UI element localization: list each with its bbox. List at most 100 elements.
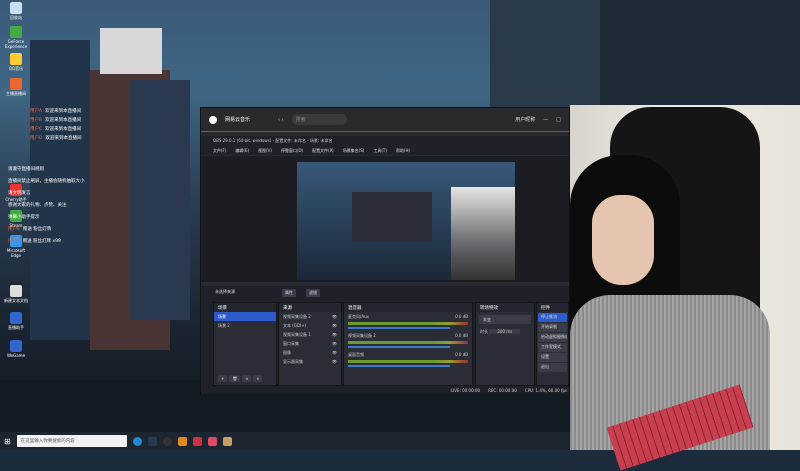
no-source-label: 未选择来源 bbox=[215, 289, 235, 294]
obs-menu-bar: 文件(F) 编辑(E) 视图(V) 停靠窗口(D) 配置文件(P) 场景集合(S) 工具(T… bbox=[201, 146, 569, 155]
channel-db: 0.0 dB bbox=[455, 333, 468, 338]
controls-dock: 控件 停止推流 开始录制 启动虚拟摄像机 工作室模式 设置 退出 bbox=[536, 302, 569, 386]
source-name: 窗口采集 bbox=[283, 341, 299, 346]
menu-item[interactable]: 工具(T) bbox=[373, 148, 387, 154]
source-item[interactable]: 视频采集设备 1 👁 bbox=[279, 330, 341, 339]
obs-titlebar: OBS 29.0.1 (64-bit, windows) - 配置文件: 未命名… bbox=[201, 136, 569, 146]
add-scene-button[interactable]: + bbox=[218, 375, 228, 382]
mixer-dock: 混音器 麦克风/Aux 0.0 dB 视频采集设备 2 0.0 dB 桌面音频 0.0 d… bbox=[343, 302, 473, 386]
maximize-icon[interactable]: □ bbox=[556, 117, 561, 123]
sources-title: 来源 bbox=[279, 303, 341, 312]
music-search-input[interactable]: 搜索 bbox=[291, 114, 347, 125]
eye-icon[interactable]: 👁 bbox=[332, 314, 337, 319]
channel-name: 视频采集设备 2 bbox=[348, 333, 376, 338]
app-icon bbox=[10, 340, 22, 352]
rec-status: REC: 00:00:00 bbox=[488, 388, 517, 393]
menu-item[interactable]: 配置文件(P) bbox=[312, 148, 334, 154]
chat-text: 弹幕小助手提示 bbox=[8, 215, 40, 220]
app3-icon[interactable] bbox=[222, 436, 232, 446]
chat-text: 请文明发言 bbox=[8, 191, 31, 196]
chat-text: 感谢大家的礼物、点赞、关注 bbox=[8, 203, 67, 208]
scene-item[interactable]: 场景 bbox=[214, 312, 276, 321]
chat-text: 欢迎来到本直播间 bbox=[45, 118, 82, 123]
volume-slider[interactable] bbox=[348, 365, 451, 367]
duration-input[interactable]: 300 ms bbox=[489, 329, 521, 334]
control-button[interactable]: 停止推流 bbox=[538, 313, 567, 322]
music-player-bar: 网易云音乐 ‹ › 搜索 用户昵称 — □ bbox=[201, 108, 569, 132]
source-item[interactable]: 窗口采集 👁 bbox=[279, 339, 341, 348]
menu-item[interactable]: 视图(V) bbox=[258, 148, 272, 154]
eye-icon[interactable]: 👁 bbox=[332, 341, 337, 346]
start-icon[interactable]: ⊞ bbox=[4, 437, 11, 446]
source-item[interactable]: 图像 👁 bbox=[279, 348, 341, 357]
control-button[interactable]: 启动虚拟摄像机 bbox=[538, 333, 567, 342]
obs-window[interactable]: 网易云音乐 ‹ › 搜索 用户昵称 — □ OBS 29.0.1 (64-bit… bbox=[200, 107, 570, 394]
user-name[interactable]: 用户昵称 bbox=[515, 116, 535, 123]
desktop-icon[interactable]: WeGame bbox=[3, 340, 29, 358]
app-icon bbox=[10, 2, 22, 14]
chat-message: 用户D 欢迎来到本直播间 bbox=[30, 135, 81, 141]
chat-message: 用户B 欢迎来到本直播间 bbox=[30, 117, 81, 123]
chat-message: 请文明发言 bbox=[8, 190, 31, 196]
desktop-icon-label: WeGame bbox=[6, 353, 26, 358]
menu-item[interactable]: 帮助(H) bbox=[396, 148, 410, 154]
desktop-icon[interactable]: 回收站 bbox=[3, 2, 29, 21]
source-item[interactable]: 显示器采集 👁 bbox=[279, 357, 341, 366]
desktop-icon[interactable]: 新建文本文档 bbox=[3, 285, 29, 304]
app-icon bbox=[10, 312, 22, 324]
source-item[interactable]: 视频采集设备 2 👁 bbox=[279, 312, 341, 321]
minimize-icon[interactable]: — bbox=[543, 117, 548, 123]
volume-meter bbox=[348, 341, 468, 344]
mixer-channel: 桌面音频 0.0 dB bbox=[344, 350, 472, 367]
app-icon bbox=[10, 26, 22, 38]
steam-icon[interactable] bbox=[147, 436, 157, 446]
eye-icon[interactable]: 👁 bbox=[332, 359, 337, 364]
volume-meter bbox=[348, 360, 468, 363]
desktop-icon[interactable]: QQ音乐 bbox=[3, 53, 29, 72]
transitions-title: 转场特效 bbox=[476, 303, 534, 312]
volume-slider[interactable] bbox=[348, 346, 451, 348]
filters-button[interactable]: 滤镜 bbox=[306, 289, 320, 297]
status-bar: LIVE: 00:00:00 REC: 00:00:00 CPU: 1.4%, … bbox=[451, 388, 567, 393]
eye-icon[interactable]: 👁 bbox=[332, 350, 337, 355]
menu-item[interactable]: 文件(F) bbox=[213, 148, 226, 154]
menu-item[interactable]: 场景集合(S) bbox=[343, 148, 365, 154]
app-icon[interactable] bbox=[177, 436, 187, 446]
menu-item[interactable]: 编辑(E) bbox=[235, 148, 249, 154]
eye-icon[interactable]: 👁 bbox=[332, 332, 337, 337]
control-button[interactable]: 开始录制 bbox=[538, 323, 567, 332]
channel-name: 桌面音频 bbox=[348, 352, 364, 357]
chat-text: 欢迎来到本直播间 bbox=[45, 136, 82, 141]
channel-name: 麦克风/Aux bbox=[348, 314, 369, 319]
transition-select[interactable]: 渐变 bbox=[479, 315, 531, 324]
app-icon bbox=[10, 285, 22, 297]
taskbar-search-input[interactable]: 在这里输入你要搜索的内容 bbox=[16, 435, 127, 447]
edge-icon[interactable] bbox=[132, 436, 142, 446]
remove-scene-button[interactable]: 🗑 bbox=[229, 375, 241, 382]
menu-item[interactable]: 停靠窗口(D) bbox=[281, 148, 303, 154]
control-button[interactable]: 退出 bbox=[538, 363, 567, 372]
chat-text: 赠送 粉丝灯牌 bbox=[22, 227, 52, 232]
control-button[interactable]: 设置 bbox=[538, 353, 567, 362]
control-button[interactable]: 工作室模式 bbox=[538, 343, 567, 352]
desktop-icon[interactable]: 主播直播间 bbox=[3, 78, 29, 97]
chat-username: 用户B bbox=[30, 118, 43, 123]
back-button[interactable]: ‹ › bbox=[278, 117, 284, 123]
scene-down-button[interactable]: ∨ bbox=[253, 375, 263, 382]
music-logo-icon bbox=[209, 115, 217, 124]
scene-item[interactable]: 场景 2 bbox=[214, 321, 276, 330]
desktop-icon[interactable]: GeForce Experience bbox=[3, 26, 29, 49]
chat-text: 欢迎来到本直播间 bbox=[45, 109, 82, 114]
music-app-name: 网易云音乐 bbox=[225, 117, 251, 123]
volume-slider[interactable] bbox=[348, 327, 451, 329]
desktop-icon[interactable]: 直播助手 bbox=[3, 312, 29, 331]
eye-icon[interactable]: 👁 bbox=[332, 323, 337, 328]
music-icon[interactable] bbox=[192, 436, 202, 446]
properties-button[interactable]: 属性 bbox=[282, 289, 296, 297]
chat-message: 用户A 欢迎来到本直播间 bbox=[30, 108, 81, 114]
app2-icon[interactable] bbox=[207, 436, 217, 446]
obs-icon[interactable] bbox=[162, 436, 172, 446]
scene-up-button[interactable]: ∧ bbox=[242, 375, 252, 382]
source-item[interactable]: 文本 (GDI+) 👁 bbox=[279, 321, 341, 330]
obs-preview[interactable] bbox=[201, 156, 569, 282]
